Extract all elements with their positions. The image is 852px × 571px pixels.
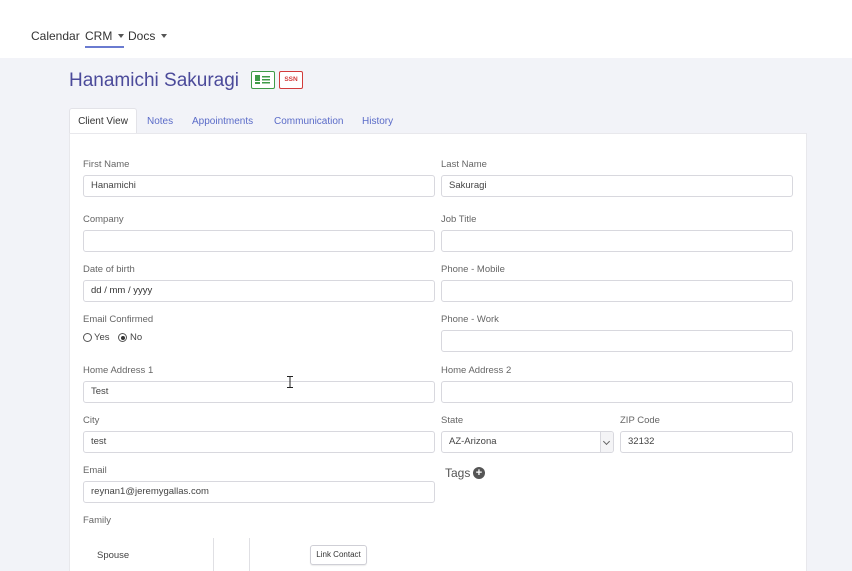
family-label: Family (83, 515, 111, 526)
nav-calendar[interactable]: Calendar (31, 29, 80, 43)
chevron-down-icon (161, 33, 168, 38)
tab-notes[interactable]: Notes (147, 116, 173, 127)
home-address-2-label: Home Address 2 (441, 365, 512, 376)
top-navbar: Calendar CRM Docs (0, 0, 852, 58)
family-spouse-cell (69, 538, 214, 571)
dob-label: Date of birth (83, 264, 135, 275)
email-confirmed-yes-radio[interactable] (83, 333, 92, 342)
tab-communication[interactable]: Communication (274, 116, 343, 127)
job-title-input[interactable] (441, 230, 793, 252)
email-confirmed-no-label: No (130, 332, 143, 343)
first-name-input[interactable]: Hanamichi (83, 175, 435, 197)
id-card-icon[interactable] (251, 71, 275, 89)
chevron-down-icon (118, 33, 125, 38)
city-input[interactable]: test (83, 431, 435, 453)
chevron-down-icon (600, 432, 613, 452)
first-name-label: First Name (83, 159, 130, 170)
job-title-label: Job Title (441, 214, 477, 225)
email-input[interactable]: reynan1@jeremygallas.com (83, 481, 435, 503)
spouse-label: Spouse (97, 550, 130, 561)
nav-crm[interactable]: CRM (85, 29, 125, 48)
text-cursor-icon (287, 376, 293, 388)
zip-input[interactable]: 32132 (620, 431, 793, 453)
nav-docs-label: Docs (128, 29, 156, 43)
email-confirmed-label: Email Confirmed (83, 314, 154, 325)
company-input[interactable] (83, 230, 435, 252)
phone-work-input[interactable] (441, 330, 793, 352)
tab-history[interactable]: History (362, 116, 393, 127)
tab-client-view[interactable]: Client View (69, 108, 137, 134)
client-view-panel (69, 133, 807, 571)
nav-crm-label: CRM (85, 29, 113, 43)
nav-docs[interactable]: Docs (128, 29, 168, 43)
home-address-1-input[interactable]: Test (83, 381, 435, 403)
add-tag-plus-icon[interactable]: + (473, 467, 485, 479)
page-title: Hanamichi Sakuragi (69, 70, 240, 91)
dob-input[interactable]: dd / mm / yyyy (83, 280, 435, 302)
state-select-value: AZ-Arizona (449, 436, 497, 447)
last-name-label: Last Name (441, 159, 487, 170)
email-confirmed-yes-label: Yes (94, 332, 110, 343)
state-label: State (441, 415, 464, 426)
link-contact-button[interactable]: Link Contact (310, 545, 367, 565)
phone-mobile-input[interactable] (441, 280, 793, 302)
tags-label: Tags (445, 466, 471, 480)
last-name-input[interactable]: Sakuragi (441, 175, 793, 197)
ssn-badge-icon[interactable]: SSN (279, 71, 303, 89)
family-empty-cell (214, 538, 250, 571)
zip-label: ZIP Code (620, 415, 660, 426)
email-label: Email (83, 465, 107, 476)
state-select[interactable]: AZ-Arizona (441, 431, 614, 453)
company-label: Company (83, 214, 124, 225)
home-address-1-label: Home Address 1 (83, 365, 154, 376)
email-confirmed-no-radio[interactable] (118, 333, 127, 342)
phone-mobile-label: Phone - Mobile (441, 264, 505, 275)
city-label: City (83, 415, 100, 426)
phone-work-label: Phone - Work (441, 314, 499, 325)
home-address-2-input[interactable] (441, 381, 793, 403)
tab-appointments[interactable]: Appointments (192, 116, 253, 127)
